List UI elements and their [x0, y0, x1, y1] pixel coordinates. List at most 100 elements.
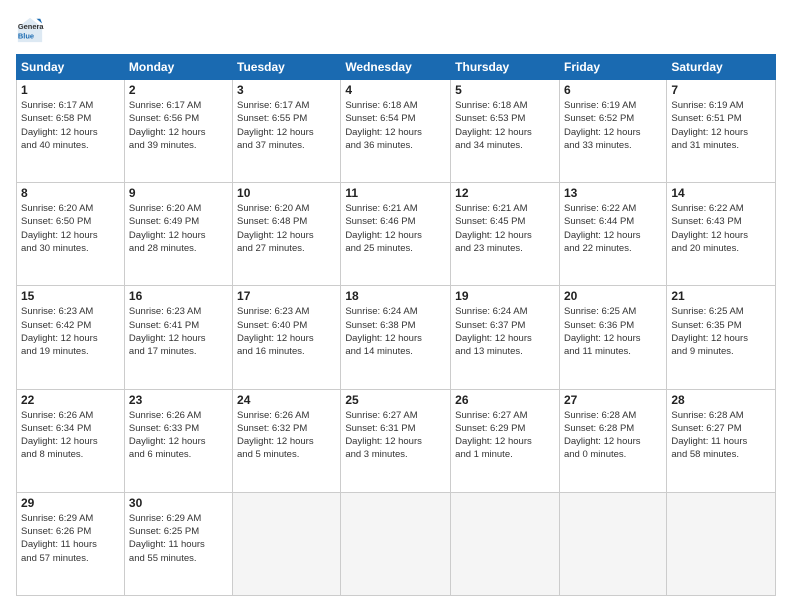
day-info: Sunrise: 6:28 AM Sunset: 6:27 PM Dayligh… — [671, 409, 771, 462]
page: General Blue SundayMondayTuesdayWednesda… — [0, 0, 792, 612]
calendar-table: SundayMondayTuesdayWednesdayThursdayFrid… — [16, 54, 776, 596]
calendar-cell: 29 Sunrise: 6:29 AM Sunset: 6:26 PM Dayli… — [17, 492, 125, 595]
day-number: 7 — [671, 83, 771, 97]
day-info: Sunrise: 6:23 AM Sunset: 6:40 PM Dayligh… — [237, 305, 336, 358]
calendar-cell: 25Sunrise: 6:27 AM Sunset: 6:31 PM Dayli… — [341, 389, 451, 492]
svg-text:General: General — [18, 22, 44, 31]
calendar-cell — [667, 492, 776, 595]
weekday-header-tuesday: Tuesday — [233, 55, 341, 80]
day-number: 15 — [21, 289, 120, 303]
day-info: Sunrise: 6:26 AM Sunset: 6:34 PM Dayligh… — [21, 409, 120, 462]
calendar-cell: 1 Sunrise: 6:17 AM Sunset: 6:58 PM Daylig… — [17, 80, 125, 183]
day-info: Sunrise: 6:29 AM Sunset: 6:25 PM Dayligh… — [129, 512, 228, 565]
calendar-cell: 27 Sunrise: 6:28 AM Sunset: 6:28 PM Dayli… — [559, 389, 666, 492]
day-info: Sunrise: 6:27 AM Sunset: 6:29 PM Dayligh… — [455, 409, 555, 462]
calendar-cell: 17 Sunrise: 6:23 AM Sunset: 6:40 PM Dayli… — [233, 286, 341, 389]
svg-text:Blue: Blue — [18, 31, 34, 40]
day-number: 1 — [21, 83, 120, 97]
calendar-cell: 2Sunrise: 6:17 AM Sunset: 6:56 PM Daylig… — [124, 80, 232, 183]
day-info: Sunrise: 6:17 AM Sunset: 6:58 PM Dayligh… — [21, 99, 120, 152]
day-number: 17 — [237, 289, 336, 303]
day-info: Sunrise: 6:21 AM Sunset: 6:45 PM Dayligh… — [455, 202, 555, 255]
week-row-2: 8 Sunrise: 6:20 AM Sunset: 6:50 PM Daylig… — [17, 183, 776, 286]
day-number: 8 — [21, 186, 120, 200]
week-row-3: 15 Sunrise: 6:23 AM Sunset: 6:42 PM Dayli… — [17, 286, 776, 389]
day-number: 9 — [129, 186, 228, 200]
day-info: Sunrise: 6:22 AM Sunset: 6:44 PM Dayligh… — [564, 202, 662, 255]
day-info: Sunrise: 6:28 AM Sunset: 6:28 PM Dayligh… — [564, 409, 662, 462]
day-number: 19 — [455, 289, 555, 303]
calendar-cell — [451, 492, 560, 595]
weekday-header-sunday: Sunday — [17, 55, 125, 80]
day-number: 14 — [671, 186, 771, 200]
calendar-cell: 6 Sunrise: 6:19 AM Sunset: 6:52 PM Daylig… — [559, 80, 666, 183]
day-info: Sunrise: 6:26 AM Sunset: 6:33 PM Dayligh… — [129, 409, 228, 462]
day-number: 30 — [129, 496, 228, 510]
calendar-cell: 26 Sunrise: 6:27 AM Sunset: 6:29 PM Dayli… — [451, 389, 560, 492]
weekday-header-friday: Friday — [559, 55, 666, 80]
calendar-cell — [341, 492, 451, 595]
calendar-cell: 11Sunrise: 6:21 AM Sunset: 6:46 PM Dayli… — [341, 183, 451, 286]
day-number: 3 — [237, 83, 336, 97]
day-number: 10 — [237, 186, 336, 200]
day-number: 6 — [564, 83, 662, 97]
day-info: Sunrise: 6:23 AM Sunset: 6:42 PM Dayligh… — [21, 305, 120, 358]
day-info: Sunrise: 6:20 AM Sunset: 6:49 PM Dayligh… — [129, 202, 228, 255]
day-info: Sunrise: 6:20 AM Sunset: 6:50 PM Dayligh… — [21, 202, 120, 255]
week-row-4: 22 Sunrise: 6:26 AM Sunset: 6:34 PM Dayli… — [17, 389, 776, 492]
day-number: 18 — [345, 289, 446, 303]
day-info: Sunrise: 6:26 AM Sunset: 6:32 PM Dayligh… — [237, 409, 336, 462]
calendar-cell: 20 Sunrise: 6:25 AM Sunset: 6:36 PM Dayli… — [559, 286, 666, 389]
day-info: Sunrise: 6:24 AM Sunset: 6:38 PM Dayligh… — [345, 305, 446, 358]
day-info: Sunrise: 6:29 AM Sunset: 6:26 PM Dayligh… — [21, 512, 120, 565]
week-row-1: 1 Sunrise: 6:17 AM Sunset: 6:58 PM Daylig… — [17, 80, 776, 183]
calendar-cell: 24 Sunrise: 6:26 AM Sunset: 6:32 PM Dayli… — [233, 389, 341, 492]
calendar-cell: 15 Sunrise: 6:23 AM Sunset: 6:42 PM Dayli… — [17, 286, 125, 389]
day-number: 29 — [21, 496, 120, 510]
weekday-header-row: SundayMondayTuesdayWednesdayThursdayFrid… — [17, 55, 776, 80]
day-number: 20 — [564, 289, 662, 303]
logo: General Blue — [16, 16, 48, 44]
calendar-cell: 21Sunrise: 6:25 AM Sunset: 6:35 PM Dayli… — [667, 286, 776, 389]
calendar-cell: 13Sunrise: 6:22 AM Sunset: 6:44 PM Dayli… — [559, 183, 666, 286]
calendar-cell: 10 Sunrise: 6:20 AM Sunset: 6:48 PM Dayli… — [233, 183, 341, 286]
calendar-cell: 4Sunrise: 6:18 AM Sunset: 6:54 PM Daylig… — [341, 80, 451, 183]
day-info: Sunrise: 6:18 AM Sunset: 6:53 PM Dayligh… — [455, 99, 555, 152]
day-number: 22 — [21, 393, 120, 407]
day-number: 23 — [129, 393, 228, 407]
day-info: Sunrise: 6:22 AM Sunset: 6:43 PM Dayligh… — [671, 202, 771, 255]
calendar-cell: 9 Sunrise: 6:20 AM Sunset: 6:49 PM Daylig… — [124, 183, 232, 286]
calendar-cell: 5Sunrise: 6:18 AM Sunset: 6:53 PM Daylig… — [451, 80, 560, 183]
calendar-cell: 3 Sunrise: 6:17 AM Sunset: 6:55 PM Daylig… — [233, 80, 341, 183]
day-info: Sunrise: 6:25 AM Sunset: 6:35 PM Dayligh… — [671, 305, 771, 358]
calendar-cell — [559, 492, 666, 595]
calendar-cell: 19 Sunrise: 6:24 AM Sunset: 6:37 PM Dayli… — [451, 286, 560, 389]
day-number: 11 — [345, 186, 446, 200]
calendar-cell: 18 Sunrise: 6:24 AM Sunset: 6:38 PM Dayli… — [341, 286, 451, 389]
day-number: 24 — [237, 393, 336, 407]
calendar-cell: 23 Sunrise: 6:26 AM Sunset: 6:33 PM Dayli… — [124, 389, 232, 492]
weekday-header-monday: Monday — [124, 55, 232, 80]
weekday-header-wednesday: Wednesday — [341, 55, 451, 80]
day-number: 16 — [129, 289, 228, 303]
calendar-cell: 8 Sunrise: 6:20 AM Sunset: 6:50 PM Daylig… — [17, 183, 125, 286]
calendar-cell: 16Sunrise: 6:23 AM Sunset: 6:41 PM Dayli… — [124, 286, 232, 389]
day-info: Sunrise: 6:17 AM Sunset: 6:56 PM Dayligh… — [129, 99, 228, 152]
calendar-cell: 22 Sunrise: 6:26 AM Sunset: 6:34 PM Dayli… — [17, 389, 125, 492]
calendar-cell: 30 Sunrise: 6:29 AM Sunset: 6:25 PM Dayli… — [124, 492, 232, 595]
day-info: Sunrise: 6:25 AM Sunset: 6:36 PM Dayligh… — [564, 305, 662, 358]
day-info: Sunrise: 6:19 AM Sunset: 6:52 PM Dayligh… — [564, 99, 662, 152]
day-number: 27 — [564, 393, 662, 407]
day-info: Sunrise: 6:27 AM Sunset: 6:31 PM Dayligh… — [345, 409, 446, 462]
day-number: 26 — [455, 393, 555, 407]
header: General Blue — [16, 16, 776, 44]
day-info: Sunrise: 6:18 AM Sunset: 6:54 PM Dayligh… — [345, 99, 446, 152]
calendar-cell — [233, 492, 341, 595]
day-info: Sunrise: 6:17 AM Sunset: 6:55 PM Dayligh… — [237, 99, 336, 152]
week-row-5: 29 Sunrise: 6:29 AM Sunset: 6:26 PM Dayli… — [17, 492, 776, 595]
day-info: Sunrise: 6:20 AM Sunset: 6:48 PM Dayligh… — [237, 202, 336, 255]
logo-icon: General Blue — [16, 16, 44, 44]
day-info: Sunrise: 6:24 AM Sunset: 6:37 PM Dayligh… — [455, 305, 555, 358]
calendar-cell: 7Sunrise: 6:19 AM Sunset: 6:51 PM Daylig… — [667, 80, 776, 183]
calendar-cell: 14 Sunrise: 6:22 AM Sunset: 6:43 PM Dayli… — [667, 183, 776, 286]
